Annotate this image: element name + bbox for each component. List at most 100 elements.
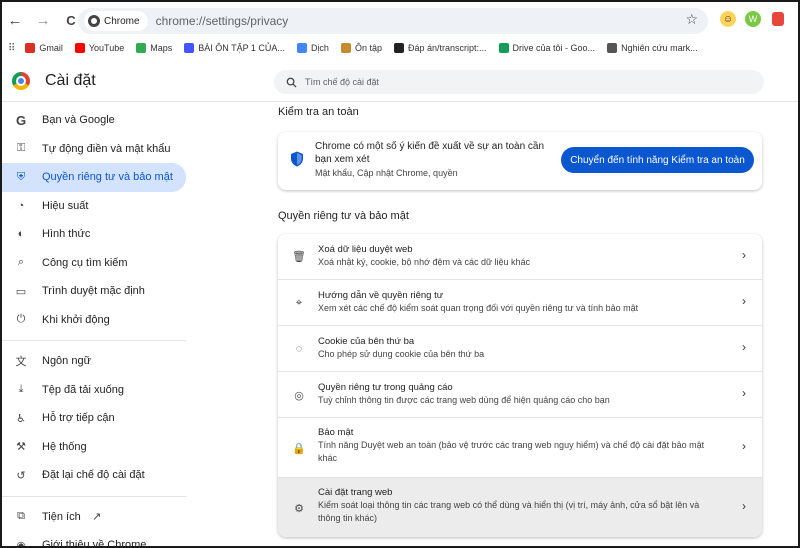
row-privacy-guide[interactable]: ⌖ Hướng dẫn về quyền riêng tư Xem xét các … <box>278 279 762 325</box>
open-in-new-icon: ↗ <box>92 511 102 524</box>
chrome-logo-icon <box>12 72 30 90</box>
row-title: Quyền riêng tư trong quảng cáo <box>318 382 453 393</box>
bookmarks-bar: ⠿ Gmail YouTube Maps BÀI ÔN TẬP 1 CỦA... Dịc… <box>2 38 798 58</box>
row-description: Kiểm soát loại thông tin các trang web c… <box>318 500 700 523</box>
bookmark-star-icon[interactable]: ☆ <box>685 11 698 28</box>
search-input[interactable] <box>305 77 705 87</box>
sidebar-item-label: Công cụ tìm kiếm <box>42 256 128 269</box>
sidebar-item-label: Hiệu suất <box>42 199 89 212</box>
safety-section-title: Kiểm tra an toàn <box>278 106 359 118</box>
row-third-party-cookies[interactable]: ◌ Cookie của bên thứ ba Cho phép sử dụng c… <box>278 325 762 371</box>
safety-check-card: Chrome có một số ý kiến đề xuất về sự an… <box>278 132 762 190</box>
bookmark-label: YouTube <box>88 43 125 53</box>
bookmark-label: Gmail <box>39 43 63 53</box>
privacy-guide-icon: ⌖ <box>295 296 303 309</box>
sidebar-item-label: Tiện ích <box>42 510 81 523</box>
bookmark-item[interactable]: Đáp án/transcript:... <box>393 43 487 53</box>
quizlet-icon <box>184 43 195 53</box>
bookmark-item[interactable]: Gmail <box>25 43 63 53</box>
sidebar-item-on-startup[interactable]: ⏻ Khi khởi động <box>2 306 186 335</box>
bookmark-label: Đáp án/transcript:... <box>407 43 487 53</box>
sidebar-item-performance[interactable]: ◔ Hiệu suất <box>2 192 186 221</box>
sidebar-item-label: Hệ thống <box>42 440 87 453</box>
chevron-right-icon: › <box>742 340 746 354</box>
puzzle-icon: ⧉ <box>17 510 25 523</box>
sidebar-item-accessibility[interactable]: ♿ Hỗ trợ tiếp cận <box>2 404 186 433</box>
chevron-right-icon: › <box>742 499 746 513</box>
settings-search[interactable] <box>274 70 764 94</box>
sidebar-item-autofill-passwords[interactable]: ⚿ Tự động điền và mật khẩu <box>2 135 186 164</box>
chevron-right-icon: › <box>742 247 746 262</box>
url-text[interactable]: chrome://settings/privacy <box>156 14 289 28</box>
site-chip[interactable]: Chrome <box>84 11 148 31</box>
address-bar[interactable]: Chrome chrome://settings/privacy ☆ <box>78 8 708 34</box>
bookmark-item[interactable]: Ôn tập <box>340 43 382 53</box>
bookmark-list: Gmail YouTube Maps BÀI ÔN TẬP 1 CỦA... Dịch Ô… <box>25 43 709 53</box>
privacy-settings-list: 🗑 Xoá dữ liệu duyệt web Xoá nhật ký, cooki… <box>278 234 762 537</box>
chip-label: Chrome <box>104 15 140 27</box>
profile-avatar[interactable]: W <box>745 11 761 27</box>
site-settings-icon: ⚙ <box>294 502 304 515</box>
sidebar-item-you-and-google[interactable]: G Bạn và Google <box>2 106 186 135</box>
google-icon: G <box>15 112 27 128</box>
chrome-icon: ◉ <box>16 539 26 548</box>
sidebar-item-label: Ngôn ngữ <box>42 355 91 368</box>
page-icon <box>393 43 404 53</box>
sidebar-item-privacy-security[interactable]: ⛨ Quyền riêng tư và bảo mật <box>2 163 186 192</box>
sidebar-item-search-engine[interactable]: ⌕ Công cụ tìm kiếm <box>2 249 186 278</box>
bookmark-item[interactable]: Maps <box>136 43 172 53</box>
bookmark-item[interactable]: YouTube <box>74 43 125 53</box>
extension-avatar-icon[interactable]: ☺ <box>720 11 736 27</box>
sidebar-divider <box>2 495 186 497</box>
bookmark-item[interactable]: Drive của tôi - Goo... <box>498 43 595 53</box>
settings-header: Cài đặt <box>2 60 798 102</box>
reset-icon: ↺ <box>16 469 26 482</box>
sidebar-item-label: Hình thức <box>42 228 91 241</box>
apps-grid-icon[interactable]: ⠿ <box>8 43 15 54</box>
sidebar-item-label: Tệp đã tải xuống <box>42 383 124 396</box>
sidebar-item-default-browser[interactable]: ▭ Trình duyệt mặc định <box>2 277 186 306</box>
sidebar-item-downloads[interactable]: ⤓ Tệp đã tải xuống <box>2 376 186 405</box>
trash-icon: 🗑 <box>292 251 306 263</box>
power-icon: ⏻ <box>16 313 26 326</box>
forward-icon[interactable]: → <box>32 9 54 31</box>
back-icon[interactable]: ← <box>4 9 26 31</box>
sidebar-item-about-chrome[interactable]: ◉ Giới thiệu về Chrome <box>2 531 186 548</box>
row-ad-privacy[interactable]: ◎ Quyền riêng tư trong quảng cáo Tuỳ chỉnh… <box>278 371 762 417</box>
sidebar-item-label: Trình duyệt mặc định <box>42 285 145 298</box>
sidebar-item-label: Hỗ trợ tiếp cận <box>42 412 115 425</box>
extension-icon[interactable] <box>772 12 784 26</box>
sidebar-item-appearance[interactable]: ◐ Hình thức <box>2 220 186 249</box>
row-description: Xem xét các chế độ kiểm soát quan trọng … <box>318 303 639 313</box>
shield-icon <box>291 151 303 167</box>
row-clear-browsing-data[interactable]: 🗑 Xoá dữ liệu duyệt web Xoá nhật ký, cooki… <box>278 234 762 279</box>
sidebar-item-reset-settings[interactable]: ↺ Đặt lại chế độ cài đặt <box>2 461 186 490</box>
chevron-right-icon: › <box>742 386 746 400</box>
browser-window: ← → C Chrome chrome://settings/privacy ☆… <box>0 0 800 548</box>
bookmark-label: Maps <box>150 43 173 53</box>
bookmark-item[interactable]: Dịch <box>296 43 329 53</box>
sidebar-item-languages[interactable]: 文 Ngôn ngữ <box>2 347 186 376</box>
row-title: Xoá dữ liệu duyệt web <box>318 244 413 255</box>
speedometer-icon: ◔ <box>17 199 25 212</box>
privacy-section-title: Quyền riêng tư và bảo mật <box>278 210 409 222</box>
key-icon: ⚿ <box>16 142 26 155</box>
row-site-settings[interactable]: ⚙ Cài đặt trang web Kiểm soát loại thông t… <box>278 477 762 537</box>
download-icon: ⤓ <box>18 383 24 396</box>
sidebar-divider <box>2 340 186 341</box>
row-title: Cookie của bên thứ ba <box>318 336 415 347</box>
row-security[interactable]: 🔒 Bảo mật Tính năng Duyệt web an toàn (bảo… <box>278 417 762 477</box>
bookmark-item[interactable]: BÀI ÔN TẬP 1 CỦA... <box>184 43 285 53</box>
chevron-right-icon: › <box>742 294 746 308</box>
sidebar-item-system[interactable]: ⚒ Hệ thống <box>2 433 186 462</box>
sidebar-item-label: Bạn và Google <box>42 114 115 127</box>
bookmark-item[interactable]: Nghiên cứu mark... <box>607 43 698 53</box>
maps-icon <box>136 43 147 53</box>
row-description: Tuỳ chỉnh thông tin được các trang web d… <box>318 395 610 405</box>
browser-window-icon: ▭ <box>15 285 27 298</box>
sidebar-item-label: Quyền riêng tư và bảo mật <box>42 171 173 184</box>
go-to-safety-check-button[interactable]: Chuyển đến tính năng Kiểm tra an toàn <box>561 147 754 173</box>
sidebar-item-extensions[interactable]: ⧉ Tiện ích ↗ <box>2 503 186 532</box>
wrench-icon: ⚒ <box>16 441 26 454</box>
bookmark-label: BÀI ÔN TẬP 1 CỦA... <box>198 43 285 53</box>
